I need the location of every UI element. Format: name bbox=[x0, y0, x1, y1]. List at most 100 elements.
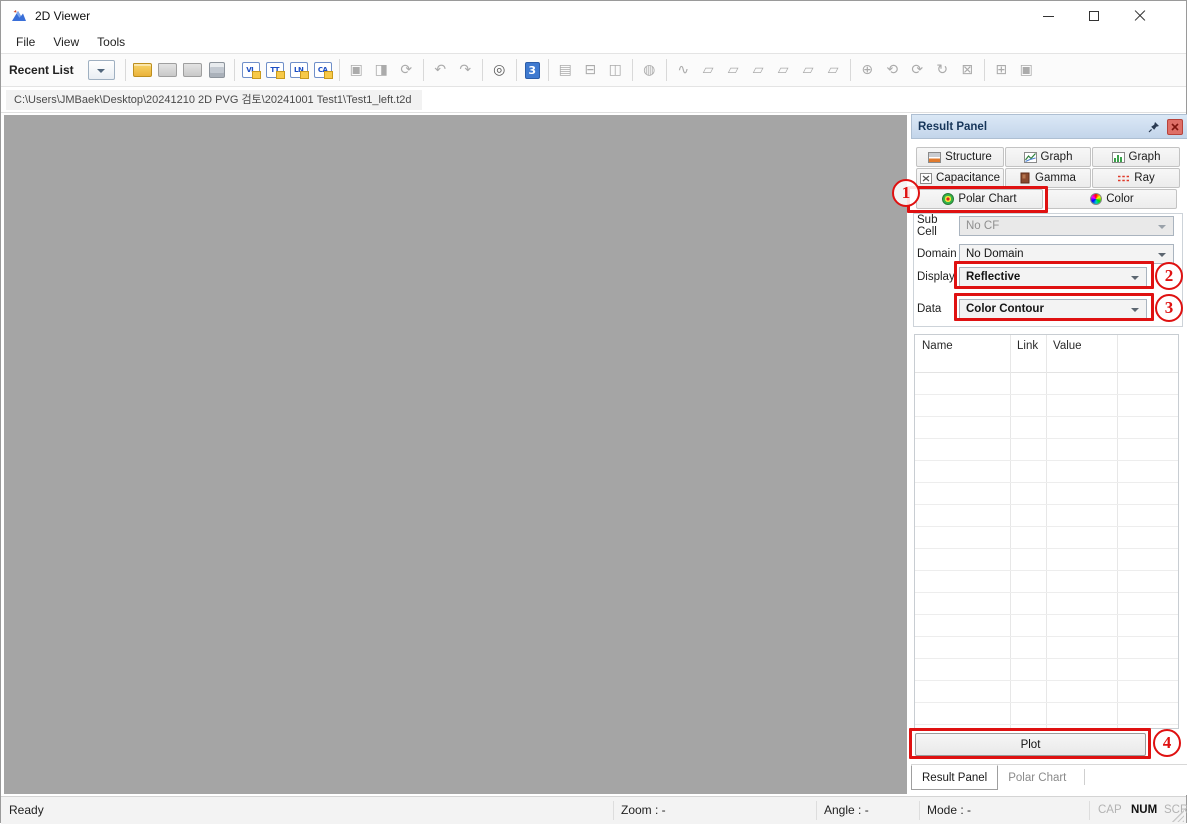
status-separator bbox=[919, 801, 920, 820]
menu-view[interactable]: View bbox=[44, 33, 88, 51]
globe-icon[interactable]: ◍ bbox=[638, 59, 661, 82]
maximize-button[interactable] bbox=[1071, 1, 1117, 31]
table-row[interactable] bbox=[915, 593, 1178, 615]
table-row[interactable] bbox=[915, 505, 1178, 527]
column-header-link[interactable]: Link bbox=[1017, 340, 1038, 352]
table-row[interactable] bbox=[915, 571, 1178, 593]
result-table-body bbox=[915, 373, 1178, 725]
resize-grip[interactable] bbox=[1172, 810, 1184, 822]
spin-icon[interactable]: ↻ bbox=[931, 59, 954, 82]
cube-view-top-icon[interactable]: ▱ bbox=[747, 59, 770, 82]
zoom-fit-icon[interactable]: ⊞ bbox=[990, 59, 1013, 82]
tab-polar-chart[interactable]: Polar Chart bbox=[916, 189, 1043, 209]
table-row[interactable] bbox=[915, 373, 1178, 395]
tab-separator bbox=[1084, 769, 1085, 785]
layer-vl-icon[interactable]: VL bbox=[242, 62, 260, 78]
layer-tt-icon[interactable]: TT bbox=[266, 62, 284, 78]
table-row[interactable] bbox=[915, 637, 1178, 659]
tile-vertical-icon[interactable]: ◫ bbox=[604, 59, 627, 82]
target-icon[interactable]: ◎ bbox=[488, 59, 511, 82]
domain-select[interactable]: No Domain bbox=[959, 244, 1174, 264]
chevron-down-icon bbox=[1131, 308, 1139, 312]
cube-view-bottom-icon[interactable]: ▱ bbox=[772, 59, 795, 82]
table-row[interactable] bbox=[915, 703, 1178, 725]
polyline-icon[interactable]: ∿ bbox=[672, 59, 695, 82]
close-button[interactable] bbox=[1117, 1, 1163, 31]
toolbar-icon-strip: VLTTLNCA▣◨⟳↶↷◎3▤⊟◫◍∿▱▱▱▱▱▱⊕⟲⟳↻⊠⊞▣ bbox=[130, 54, 1039, 86]
layer-ln-icon[interactable]: LN bbox=[290, 62, 308, 78]
cube-view-front-icon[interactable]: ▱ bbox=[697, 59, 720, 82]
table-row[interactable] bbox=[915, 659, 1178, 681]
menu-file[interactable]: File bbox=[7, 33, 44, 51]
zoom-actual-icon[interactable]: ▣ bbox=[1015, 59, 1038, 82]
file-path[interactable]: C:\Users\JMBaek\Desktop\20241210 2D PVG … bbox=[6, 90, 422, 110]
table-row[interactable] bbox=[915, 549, 1178, 571]
panel-close-button[interactable] bbox=[1167, 119, 1183, 135]
splitter-highlight bbox=[912, 729, 1149, 731]
toolbar-separator bbox=[984, 59, 985, 81]
data-label: Data bbox=[911, 303, 959, 315]
report-3d-icon[interactable]: 3 bbox=[525, 62, 540, 79]
zoom-window-icon[interactable]: ⊠ bbox=[956, 59, 979, 82]
copy-icon[interactable]: ▣ bbox=[345, 59, 368, 82]
tab-graph-line[interactable]: Graph bbox=[1005, 147, 1091, 167]
table-row[interactable] bbox=[915, 681, 1178, 703]
data-value: Color Contour bbox=[966, 303, 1044, 315]
tab-result-panel[interactable]: Result Panel bbox=[911, 765, 998, 790]
plot-button[interactable]: Plot bbox=[915, 733, 1146, 756]
tab-structure[interactable]: Structure bbox=[916, 147, 1004, 167]
cube-view-back-icon[interactable]: ▱ bbox=[722, 59, 745, 82]
toolbar-separator bbox=[548, 59, 549, 81]
minimize-icon bbox=[1043, 16, 1054, 17]
open-file-icon[interactable] bbox=[131, 59, 154, 82]
rotate-cw-icon[interactable]: ⟳ bbox=[906, 59, 929, 82]
viewer-canvas[interactable] bbox=[4, 115, 907, 794]
table-row[interactable] bbox=[915, 527, 1178, 549]
redo-icon[interactable]: ↷ bbox=[454, 59, 477, 82]
tab-label: Graph bbox=[1129, 151, 1161, 163]
column-header-name[interactable]: Name bbox=[922, 340, 953, 352]
pan-icon[interactable]: ⊕ bbox=[856, 59, 879, 82]
table-row[interactable] bbox=[915, 483, 1178, 505]
open-recent-folder-icon[interactable] bbox=[156, 59, 179, 82]
table-row[interactable] bbox=[915, 439, 1178, 461]
toolbar-separator bbox=[423, 59, 424, 81]
tab-graph-bar[interactable]: Graph bbox=[1092, 147, 1180, 167]
table-row[interactable] bbox=[915, 395, 1178, 417]
domain-value: No Domain bbox=[966, 248, 1024, 260]
toolbar: Recent List VLTTLNCA▣◨⟳↶↷◎3▤⊟◫◍∿▱▱▱▱▱▱⊕⟲… bbox=[1, 53, 1186, 87]
main-area: Result Panel Structure bbox=[1, 113, 1186, 796]
column-header-value[interactable]: Value bbox=[1053, 340, 1082, 352]
undo-icon[interactable]: ↶ bbox=[429, 59, 452, 82]
cascade-windows-icon[interactable]: ▤ bbox=[554, 59, 577, 82]
result-table[interactable]: Name Link Value bbox=[914, 334, 1179, 729]
sub-cell-select[interactable]: No CF bbox=[959, 216, 1174, 236]
refresh-icon[interactable]: ⟳ bbox=[395, 59, 418, 82]
tile-horizontal-icon[interactable]: ⊟ bbox=[579, 59, 602, 82]
close-icon bbox=[1134, 10, 1146, 22]
save-icon[interactable] bbox=[206, 59, 229, 82]
export-folder-icon[interactable] bbox=[181, 59, 204, 82]
rotate-ccw-icon[interactable]: ⟲ bbox=[881, 59, 904, 82]
title-bar: 2D Viewer bbox=[1, 1, 1186, 31]
cube-view-left-icon[interactable]: ▱ bbox=[797, 59, 820, 82]
tab-capacitance[interactable]: Capacitance bbox=[916, 168, 1004, 188]
table-row[interactable] bbox=[915, 461, 1178, 483]
cube-view-right-icon[interactable]: ▱ bbox=[822, 59, 845, 82]
tab-gamma[interactable]: Gamma bbox=[1005, 168, 1091, 188]
data-select[interactable]: Color Contour bbox=[959, 299, 1147, 319]
table-row[interactable] bbox=[915, 417, 1178, 439]
display-select[interactable]: Reflective bbox=[959, 267, 1147, 287]
recent-list-dropdown[interactable] bbox=[88, 60, 115, 80]
paste-icon[interactable]: ◨ bbox=[370, 59, 393, 82]
tab-color[interactable]: Color bbox=[1047, 189, 1177, 209]
minimize-button[interactable] bbox=[1025, 1, 1071, 31]
menu-tools[interactable]: Tools bbox=[88, 33, 134, 51]
pin-button[interactable] bbox=[1146, 119, 1162, 135]
chevron-down-icon bbox=[1158, 225, 1166, 229]
table-row[interactable] bbox=[915, 615, 1178, 637]
layer-ca-icon[interactable]: CA bbox=[314, 62, 332, 78]
chevron-down-icon bbox=[1131, 276, 1139, 280]
tab-ray[interactable]: Ray bbox=[1092, 168, 1180, 188]
tab-polar-chart-bottom[interactable]: Polar Chart bbox=[998, 765, 1076, 790]
